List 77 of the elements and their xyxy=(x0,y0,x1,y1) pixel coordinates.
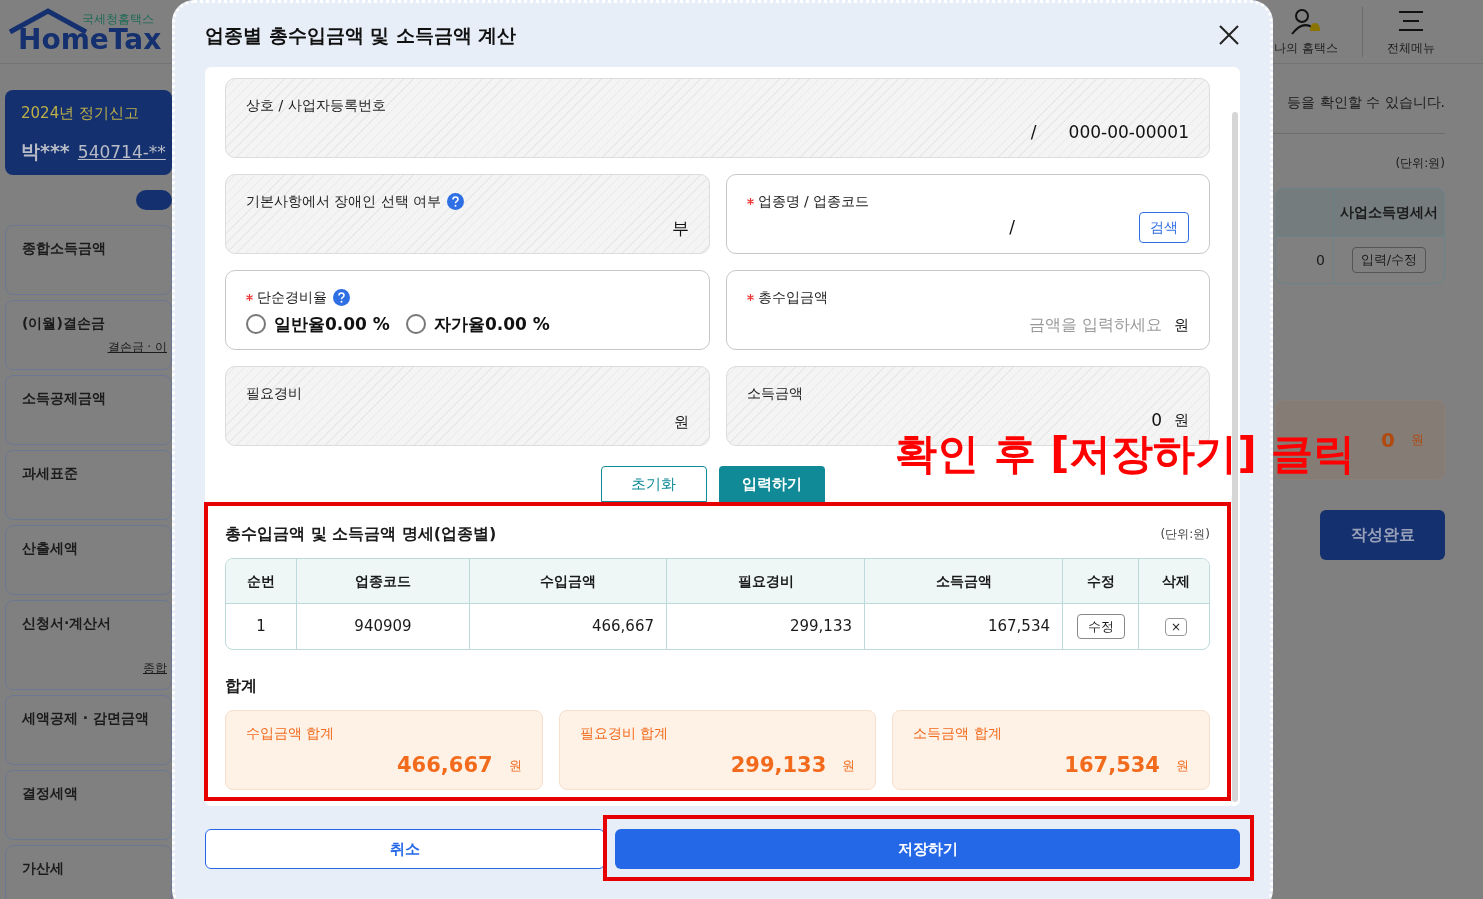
input-edit-button[interactable]: 입력/수정 xyxy=(1351,247,1427,273)
column-header: 수정 xyxy=(1062,559,1138,603)
modal-title: 업종별 총수입금액 및 소득금액 계산 xyxy=(205,22,517,48)
column-header: 사업소득명세서 xyxy=(1339,203,1439,222)
help-icon[interactable] xyxy=(333,289,350,306)
table-cell: 0 xyxy=(1276,237,1334,283)
section-title: 합계 xyxy=(225,675,258,697)
total-value: 0 xyxy=(1381,427,1395,454)
notice-text: 등을 확인할 수 있습니다. xyxy=(1287,93,1445,112)
unit-label: 원 xyxy=(842,756,856,775)
field-label: 기본사항에서 장애인 선택 여부 xyxy=(246,192,442,211)
sidebar-item-label[interactable]: (이월)결손금 xyxy=(22,313,167,334)
radio-label: 자가율0.00 % xyxy=(433,312,550,336)
unit-label: (단위:원) xyxy=(1395,155,1445,172)
summary-value: 167,534 xyxy=(1064,751,1160,779)
help-icon[interactable] xyxy=(447,193,465,210)
complete-button[interactable]: 작성완료 xyxy=(1320,510,1445,560)
table-cell-text: 1 xyxy=(255,616,267,638)
column-header: 수입금액 xyxy=(469,559,666,603)
field-label: 총수입금액 xyxy=(757,288,828,307)
close-icon[interactable] xyxy=(1218,24,1240,46)
field-value: 부 xyxy=(671,216,689,240)
table-cell: 299,133 xyxy=(666,604,864,649)
field-label: 소득금액 xyxy=(746,384,803,403)
taxpayer-name: 박*** xyxy=(21,138,70,164)
edit-button[interactable]: 수정 xyxy=(1076,613,1125,640)
column-header: 필요경비 xyxy=(666,559,864,603)
field-label: 상호 / 사업자등록번호 xyxy=(246,96,386,115)
radio-label: 일반율0.00 % xyxy=(274,312,390,336)
form-field[interactable]: 단순경비율 일반율0.00 % 자가율0.00 % xyxy=(225,270,710,350)
hometax-logo[interactable]: 국세청홈택스 HomeTax xyxy=(8,3,168,60)
toggle-switch[interactable] xyxy=(136,190,172,210)
table-cell: 940909 xyxy=(296,604,469,649)
column-header: 소득금액 xyxy=(864,559,1062,603)
unit-label: 원 xyxy=(1174,314,1189,336)
cancel-button[interactable]: 취소 xyxy=(205,829,605,869)
radio-button[interactable] xyxy=(405,314,426,335)
delete-button[interactable]: × xyxy=(1165,617,1187,636)
field-label: 업종명 / 업종코드 xyxy=(757,192,870,211)
summary-label: 필요경비 합계 xyxy=(579,724,670,743)
field-value: / xyxy=(1030,120,1037,144)
field-label: 단순경비율 xyxy=(257,288,327,307)
unit-label: (단위:원) xyxy=(1160,526,1210,543)
table-cell: 167,534 xyxy=(864,604,1062,649)
field-value: 000-00-00001 xyxy=(1068,120,1189,144)
reset-button[interactable]: 초기화 xyxy=(600,466,707,502)
submit-button[interactable]: 입력하기 xyxy=(718,466,825,502)
column-header: 순번 xyxy=(246,571,276,591)
summary-value: 466,667 xyxy=(397,751,493,779)
sidebar-item-label[interactable]: 신청서·계산서 xyxy=(22,613,167,634)
amount-input[interactable]: 금액을 입력하세요 xyxy=(962,313,1162,337)
filing-title: 2024년 정기신고 xyxy=(21,103,140,124)
column-header: 삭제 xyxy=(1138,559,1209,603)
sidebar-link[interactable]: 결손금 · 이 xyxy=(107,338,167,356)
field-value: / xyxy=(1009,215,1015,239)
user-bell-icon xyxy=(1290,6,1323,35)
unit-label: 원 xyxy=(1411,431,1424,450)
unit-label: 원 xyxy=(673,411,689,433)
summary-label: 수입금액 합계 xyxy=(246,724,336,743)
unit-label: 원 xyxy=(1174,410,1189,431)
my-hometax-button[interactable]: 나의 홈택스 xyxy=(1250,6,1362,57)
summary-label: 소득금액 합계 xyxy=(913,724,1003,743)
save-button[interactable]: 저장하기 xyxy=(615,829,1240,869)
unit-label: 원 xyxy=(508,756,522,775)
search-button[interactable]: 검색 xyxy=(1139,212,1189,243)
field-label: 필요경비 xyxy=(246,384,302,403)
radio-button[interactable] xyxy=(246,314,266,335)
form-field[interactable]: 업종명 / 업종코드 / 검색 xyxy=(725,174,1210,254)
taxpayer-id[interactable]: 540714-** xyxy=(77,139,166,165)
table-cell: 466,667 xyxy=(469,604,666,649)
unit-label: 원 xyxy=(1176,756,1189,775)
summary-value: 299,133 xyxy=(730,751,827,779)
form-field[interactable]: 총수입금액 금액을 입력하세요 원 xyxy=(725,270,1210,350)
sidebar-link[interactable]: 종합 xyxy=(143,659,167,677)
menu-button[interactable]: 전체메뉴 xyxy=(1362,6,1459,57)
section-title: 총수입금액 및 소득금액 명세(업종별) xyxy=(225,523,497,545)
column-header: 업종코드 xyxy=(296,559,469,603)
